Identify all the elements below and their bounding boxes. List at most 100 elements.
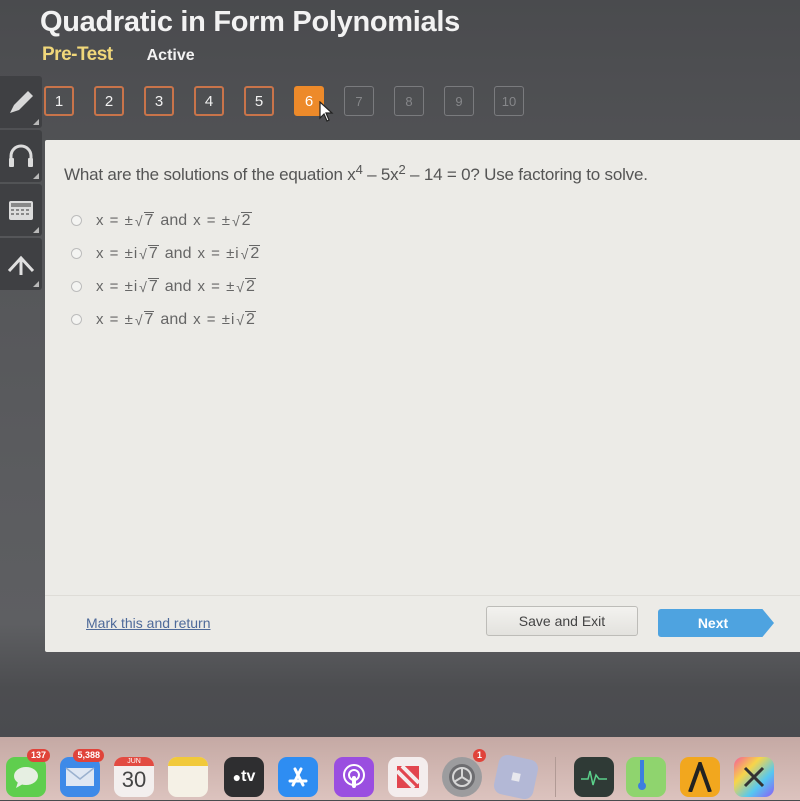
- pages-icon: [688, 762, 712, 792]
- activity-monitor-icon: [581, 770, 607, 786]
- radicand: 2: [249, 245, 261, 262]
- tv-label: tv: [241, 768, 256, 785]
- sqrt-icon: √: [139, 278, 147, 295]
- maps-icon: [638, 760, 646, 790]
- question-suffix: – 14 = 0? Use factoring to solve.: [405, 165, 648, 184]
- tools-icon: [743, 766, 765, 788]
- radicand: 7: [147, 278, 159, 295]
- dock-system-preferences[interactable]: 1: [442, 749, 486, 797]
- sqrt-icon: √: [134, 311, 143, 328]
- dock-news[interactable]: [388, 757, 428, 797]
- calculator-tool-button[interactable]: [0, 184, 42, 236]
- save-and-exit-button[interactable]: Save and Exit: [486, 606, 638, 636]
- option-part-b: x = ±: [193, 212, 231, 229]
- dock-apple-tv[interactable]: ● tv: [224, 757, 264, 797]
- calculator-icon: [9, 201, 33, 220]
- page-title: Quadratic in Form Polynomials: [40, 6, 460, 38]
- question-button-5[interactable]: 5: [244, 86, 274, 116]
- dock-activity-monitor[interactable]: [574, 757, 614, 797]
- option-part-b: x = ±i: [197, 245, 240, 262]
- pencil-tool-button[interactable]: [0, 76, 42, 128]
- dock-maps[interactable]: [626, 757, 666, 797]
- sqrt-icon: √: [236, 278, 244, 295]
- option-part-b: x = ±: [197, 278, 236, 295]
- roblox-icon: [511, 772, 521, 782]
- dock: 137 5,388 JUN 30 ● tv 1: [0, 737, 800, 801]
- headphones-tool-button[interactable]: [0, 130, 42, 182]
- question-button-2[interactable]: 2: [94, 86, 124, 116]
- dock-calendar[interactable]: JUN 30: [114, 757, 154, 797]
- answer-option-3[interactable]: x = ±i √ 7 and x = ± √ 2: [71, 270, 260, 303]
- question-button-9: 9: [444, 86, 474, 116]
- system-preferences-icon: [449, 764, 475, 790]
- expand-corner-icon: [33, 173, 39, 179]
- dock-color-tools[interactable]: [734, 757, 774, 797]
- footer-divider: [45, 595, 800, 596]
- dock-separator: [555, 757, 556, 797]
- settings-badge: 1: [472, 749, 486, 762]
- tool-sidebar: [0, 76, 44, 292]
- test-type-label: Pre-Test: [42, 44, 113, 65]
- dock-app-store[interactable]: [278, 757, 318, 797]
- dock-notes[interactable]: [168, 757, 208, 797]
- expand-corner-icon: [33, 227, 39, 233]
- equation-x: x: [347, 165, 356, 184]
- sqrt-icon: √: [231, 212, 240, 229]
- calendar-month: JUN: [114, 757, 154, 766]
- calendar-day: 30: [121, 767, 147, 792]
- podcasts-icon: [343, 764, 365, 788]
- dock-roblox[interactable]: [492, 753, 540, 801]
- answer-option-4[interactable]: x = ± √ 7 and x = ±i √ 2: [71, 303, 260, 336]
- radio-button[interactable]: [71, 215, 82, 226]
- and-label: and: [164, 244, 192, 262]
- question-button-1[interactable]: 1: [44, 86, 74, 116]
- reference-arrow-icon: [7, 255, 35, 275]
- question-button-3[interactable]: 3: [144, 86, 174, 116]
- notes-icon: [168, 757, 208, 766]
- question-button-10: 10: [494, 86, 524, 116]
- dock-pages[interactable]: [680, 757, 720, 797]
- radio-button[interactable]: [71, 281, 82, 292]
- option-part-a: x = ±: [96, 311, 134, 328]
- answer-options: x = ± √ 7 and x = ± √ 2 x = ±i √ 7 and x = ±i √…: [71, 204, 261, 336]
- messages-icon: [14, 767, 38, 788]
- equation-middle: – 5x: [362, 165, 399, 184]
- question-button-7: 7: [344, 86, 374, 116]
- answer-option-1[interactable]: x = ± √ 7 and x = ± √ 2: [71, 204, 260, 237]
- question-navigation: 1 2 3 4 5 6 7 8 9 10: [44, 86, 544, 116]
- equation-exponent-2: 2: [398, 162, 406, 177]
- status-label: Active: [146, 47, 195, 64]
- sqrt-icon: √: [139, 245, 147, 262]
- question-button-4[interactable]: 4: [194, 86, 224, 116]
- reference-tool-button[interactable]: [0, 238, 42, 290]
- pencil-icon: [10, 91, 33, 113]
- expand-corner-icon: [33, 119, 39, 125]
- option-part-b: x = ±i: [193, 311, 236, 328]
- option-part-a: x = ±i: [96, 278, 139, 295]
- app-store-icon: [288, 767, 308, 787]
- question-panel: What are the solutions of the equation x…: [45, 140, 800, 652]
- radio-button[interactable]: [71, 248, 82, 259]
- radicand: 2: [244, 278, 256, 295]
- mark-and-return-link[interactable]: Mark this and return: [86, 615, 211, 631]
- radicand: 7: [143, 311, 155, 328]
- answer-option-2[interactable]: x = ±i √ 7 and x = ±i √ 2: [71, 237, 261, 270]
- mail-badge: 5,388: [73, 749, 104, 762]
- dock-messages[interactable]: 137: [6, 749, 50, 797]
- next-button[interactable]: Next: [658, 609, 774, 637]
- radio-button[interactable]: [71, 314, 82, 325]
- sqrt-icon: √: [134, 212, 143, 229]
- dock-mail[interactable]: 5,388: [60, 749, 104, 797]
- radicand: 7: [143, 212, 155, 229]
- question-text: What are the solutions of the equation x…: [64, 162, 648, 185]
- apple-tv-icon: ●: [232, 769, 242, 785]
- and-label: and: [160, 211, 188, 229]
- expand-corner-icon: [33, 281, 39, 287]
- mail-icon: [65, 767, 95, 786]
- option-part-a: x = ±i: [96, 245, 139, 262]
- question-button-8: 8: [394, 86, 424, 116]
- and-label: and: [160, 310, 188, 328]
- dock-podcasts[interactable]: [334, 757, 374, 797]
- radicand: 2: [240, 212, 252, 229]
- equation-exponent-4: 4: [355, 162, 363, 177]
